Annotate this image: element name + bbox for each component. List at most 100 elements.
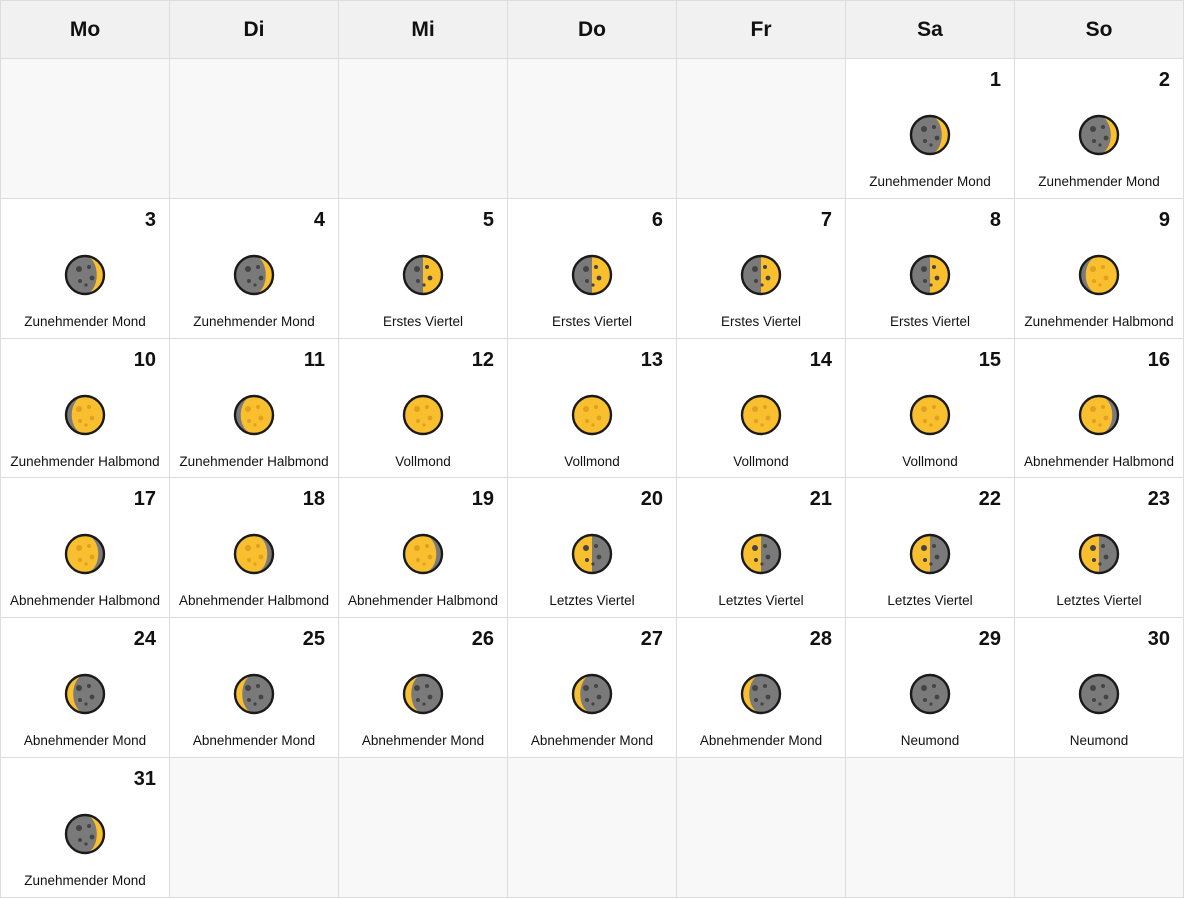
day-number: 13 xyxy=(640,348,663,371)
full-moon-icon xyxy=(571,394,613,436)
day-cell[interactable]: 7 Erstes Viertel xyxy=(677,198,846,339)
moon-phase-label: Abnehmender Mond xyxy=(192,733,316,749)
weekday-header: Di xyxy=(170,1,339,59)
weekday-header: Do xyxy=(508,1,677,59)
day-cell[interactable]: 15 Vollmond xyxy=(846,338,1015,479)
day-cell[interactable]: 8 Erstes Viertel xyxy=(846,198,1015,339)
empty-day-cell xyxy=(846,758,1015,898)
waxing-crescent-moon-icon xyxy=(1078,114,1120,156)
moon-phase-label: Erstes Viertel xyxy=(720,313,802,329)
day-number: 30 xyxy=(1147,628,1170,651)
day-number: 1 xyxy=(989,69,1001,91)
day-cell[interactable]: 24 Abnehmender Mond xyxy=(1,618,170,759)
day-cell[interactable]: 23 Letztes Viertel xyxy=(1015,478,1184,619)
empty-day-cell xyxy=(1015,758,1184,898)
first-quarter-moon-icon xyxy=(740,254,782,296)
day-number: 22 xyxy=(978,488,1001,511)
day-cell[interactable]: 31 Zunehmender Mond xyxy=(1,758,170,898)
day-number: 3 xyxy=(144,208,156,231)
empty-day-cell xyxy=(170,758,339,898)
empty-day-cell xyxy=(339,758,508,898)
day-cell[interactable]: 12 Vollmond xyxy=(339,338,508,479)
day-cell[interactable]: 20 Letztes Viertel xyxy=(508,478,677,619)
day-number: 16 xyxy=(1147,348,1170,371)
moon-phase-label: Abnehmender Halbmond xyxy=(1023,453,1175,469)
moon-phase-label: Neumond xyxy=(1069,733,1129,749)
day-number: 5 xyxy=(482,208,494,231)
waning-gibbous-moon-icon xyxy=(402,533,444,575)
moon-phase-label: Zunehmender Halbmond xyxy=(10,453,160,469)
waxing-crescent-moon-icon xyxy=(233,254,275,296)
day-cell[interactable]: 13 Vollmond xyxy=(508,338,677,479)
day-number: 19 xyxy=(471,488,494,511)
day-cell[interactable]: 18 Abnehmender Halbmond xyxy=(170,478,339,619)
moon-phase-label: Vollmond xyxy=(733,453,789,469)
moon-phase-label: Zunehmender Mond xyxy=(193,313,315,329)
day-number: 4 xyxy=(313,208,325,231)
day-number: 28 xyxy=(809,628,832,651)
new-moon-icon xyxy=(1078,673,1120,715)
day-cell[interactable]: 2 Zunehmender Mond xyxy=(1015,59,1184,199)
waning-crescent-moon-icon xyxy=(402,673,444,715)
day-number: 18 xyxy=(302,488,325,511)
weekday-header: Mi xyxy=(339,1,508,59)
day-cell[interactable]: 1 Zunehmender Mond xyxy=(846,59,1015,199)
moon-phase-label: Zunehmender Mond xyxy=(869,174,991,189)
day-cell[interactable]: 11 Zunehmender Halbmond xyxy=(170,338,339,479)
day-cell[interactable]: 6 Erstes Viertel xyxy=(508,198,677,339)
waxing-crescent-moon-icon xyxy=(64,254,106,296)
day-number: 25 xyxy=(302,628,325,651)
day-cell[interactable]: 5 Erstes Viertel xyxy=(339,198,508,339)
empty-day-cell xyxy=(170,59,339,199)
last-quarter-moon-icon xyxy=(909,533,951,575)
day-number: 7 xyxy=(820,208,832,231)
day-cell[interactable]: 21 Letztes Viertel xyxy=(677,478,846,619)
full-moon-icon xyxy=(740,394,782,436)
day-number: 21 xyxy=(809,488,832,511)
new-moon-icon xyxy=(909,673,951,715)
last-quarter-moon-icon xyxy=(571,533,613,575)
day-number: 9 xyxy=(1158,208,1170,231)
moon-phase-label: Erstes Viertel xyxy=(889,313,971,329)
day-cell[interactable]: 28 Abnehmender Mond xyxy=(677,618,846,759)
waning-gibbous-moon-icon xyxy=(64,533,106,575)
empty-day-cell xyxy=(508,758,677,898)
empty-day-cell xyxy=(677,758,846,898)
moon-phase-label: Erstes Viertel xyxy=(382,313,464,329)
day-cell[interactable]: 19 Abnehmender Halbmond xyxy=(339,478,508,619)
moon-phase-label: Zunehmender Mond xyxy=(24,873,146,889)
day-cell[interactable]: 29 Neumond xyxy=(846,618,1015,759)
weekday-header: Sa xyxy=(846,1,1015,59)
last-quarter-moon-icon xyxy=(1078,533,1120,575)
day-number: 17 xyxy=(133,488,156,511)
moon-phase-label: Neumond xyxy=(900,733,960,749)
waxing-crescent-moon-icon xyxy=(909,114,951,156)
full-moon-icon xyxy=(402,394,444,436)
day-cell[interactable]: 14 Vollmond xyxy=(677,338,846,479)
waxing-gibbous-moon-icon xyxy=(1078,254,1120,296)
day-number: 10 xyxy=(133,348,156,371)
waxing-gibbous-moon-icon xyxy=(64,394,106,436)
day-cell[interactable]: 22 Letztes Viertel xyxy=(846,478,1015,619)
day-number: 11 xyxy=(303,348,325,371)
day-cell[interactable]: 4 Zunehmender Mond xyxy=(170,198,339,339)
day-cell[interactable]: 25 Abnehmender Mond xyxy=(170,618,339,759)
day-cell[interactable]: 30 Neumond xyxy=(1015,618,1184,759)
day-cell[interactable]: 17 Abnehmender Halbmond xyxy=(1,478,170,619)
weekday-header: Mo xyxy=(1,1,170,59)
moon-phase-label: Erstes Viertel xyxy=(551,313,633,329)
moon-phase-label: Vollmond xyxy=(564,453,620,469)
day-cell[interactable]: 16 Abnehmender Halbmond xyxy=(1015,338,1184,479)
moon-phase-label: Zunehmender Halbmond xyxy=(179,453,329,469)
day-cell[interactable]: 10 Zunehmender Halbmond xyxy=(1,338,170,479)
day-cell[interactable]: 9 Zunehmender Halbmond xyxy=(1015,198,1184,339)
empty-day-cell xyxy=(508,59,677,199)
moon-phase-label: Letztes Viertel xyxy=(887,593,973,609)
day-number: 31 xyxy=(133,768,156,791)
moon-phase-label: Zunehmender Mond xyxy=(1038,174,1160,189)
day-cell[interactable]: 3 Zunehmender Mond xyxy=(1,198,170,339)
moon-phase-label: Abnehmender Mond xyxy=(530,733,654,749)
day-number: 12 xyxy=(471,348,494,371)
day-cell[interactable]: 27 Abnehmender Mond xyxy=(508,618,677,759)
day-cell[interactable]: 26 Abnehmender Mond xyxy=(339,618,508,759)
